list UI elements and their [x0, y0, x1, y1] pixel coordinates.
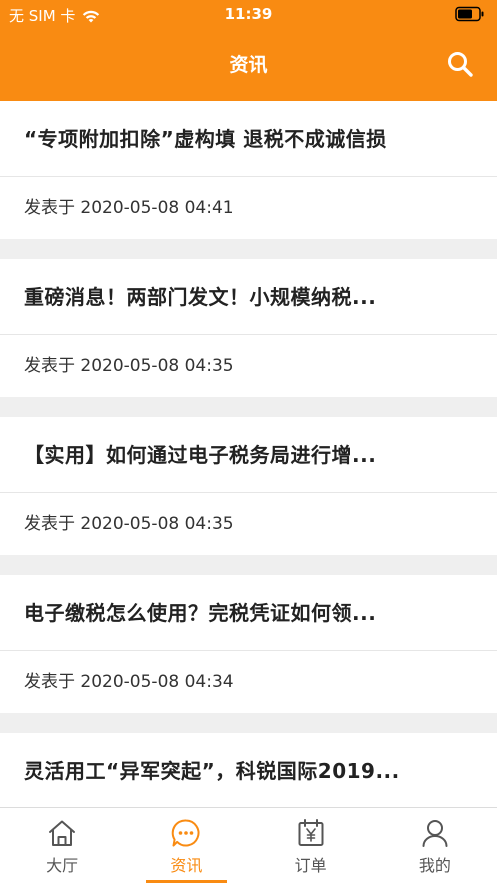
article-title[interactable]: 重磅消息！两部门发文！小规模纳税... [0, 259, 497, 335]
chat-bubble-icon [172, 819, 200, 847]
article-card[interactable]: 重磅消息！两部门发文！小规模纳税... 发表于 2020-05-08 04:35 [0, 259, 497, 397]
article-date: 发表于 2020-05-08 04:41 [24, 198, 234, 218]
article-list[interactable]: “专项附加扣除”虚构填 退税不成诚信损 发表于 2020-05-08 04:41… [0, 101, 497, 807]
article-date: 发表于 2020-05-08 04:35 [24, 356, 234, 376]
tab-label: 大厅 [46, 856, 79, 875]
article-date: 发表于 2020-05-08 04:35 [24, 514, 234, 534]
article-title[interactable]: 电子缴税怎么使用？完税凭证如何领... [0, 575, 497, 651]
tab-label: 订单 [294, 856, 327, 875]
tab-mine[interactable]: 我的 [373, 808, 497, 883]
home-icon [49, 820, 76, 846]
article-date: 发表于 2020-05-08 04:34 [24, 672, 234, 692]
status-time: 11:39 [224, 5, 273, 23]
app-header: 无 SIM 卡 11:39 资讯 [0, 0, 497, 101]
battery-icon [455, 6, 484, 22]
tab-news[interactable]: 资讯 [124, 808, 248, 883]
article-title[interactable]: “专项附加扣除”虚构填 退税不成诚信损 [0, 101, 497, 177]
article-card[interactable]: 电子缴税怎么使用？完税凭证如何领... 发表于 2020-05-08 04:34 [0, 575, 497, 713]
tab-hall[interactable]: 大厅 [0, 808, 124, 883]
page-title: 资讯 [229, 54, 268, 76]
tab-label: 资讯 [170, 856, 203, 875]
tab-bar: 大厅 资讯 订单 我的 [0, 807, 497, 883]
article-card[interactable]: 【实用】如何通过电子税务局进行增... 发表于 2020-05-08 04:35 [0, 417, 497, 555]
status-bar: 无 SIM 卡 11:39 [0, 0, 497, 30]
tab-orders[interactable]: 订单 [249, 808, 373, 883]
tab-label: 我的 [418, 856, 451, 875]
article-card[interactable]: 灵活用工“异军突起”，科锐国际2019... [0, 733, 497, 807]
article-title[interactable]: 【实用】如何通过电子税务局进行增... [0, 417, 497, 493]
article-card[interactable]: “专项附加扣除”虚构填 退税不成诚信损 发表于 2020-05-08 04:41 [0, 101, 497, 239]
calendar-yen-icon [298, 819, 324, 846]
article-title[interactable]: 灵活用工“异军突起”，科锐国际2019... [0, 733, 497, 807]
search-icon[interactable] [446, 50, 474, 78]
person-icon [422, 820, 448, 847]
